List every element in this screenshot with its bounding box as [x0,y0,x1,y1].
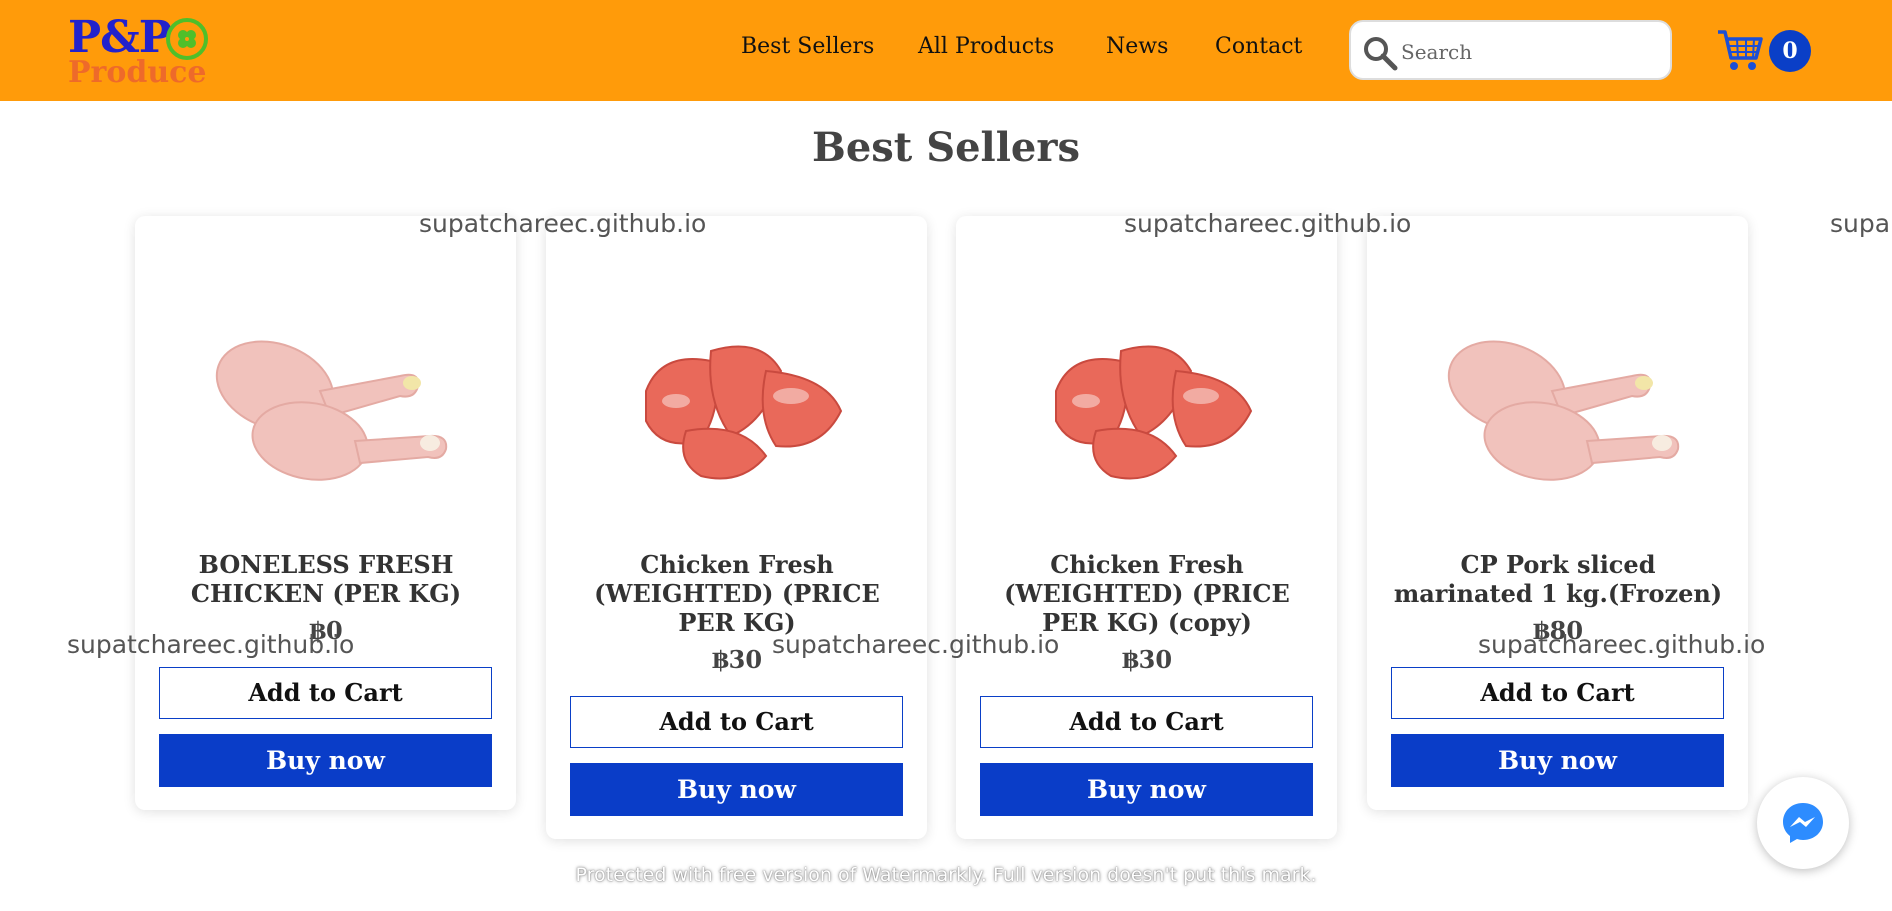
product-image[interactable] [1001,291,1293,501]
nav-best-sellers[interactable]: Best Sellers [741,34,874,59]
product-price: ฿80 [1532,616,1584,645]
product-card[interactable]: BONELESS FRESH CHICKEN (PER KG) ฿0 Add t… [135,216,516,810]
product-name[interactable]: Chicken Fresh (WEIGHTED) (PRICE PER KG) … [976,550,1318,637]
search-box[interactable] [1349,20,1672,80]
product-price: ฿30 [711,645,763,674]
site-header: P&P Produce Best Sellers All Products Ne… [0,0,1892,101]
messenger-button[interactable] [1757,777,1849,869]
product-name[interactable]: CP Pork sliced marinated 1 kg.(Frozen) [1387,550,1729,608]
product-image[interactable] [180,291,472,501]
cart-icon[interactable] [1716,26,1764,74]
add-to-cart-button[interactable]: Add to Cart [159,667,492,719]
buy-now-button[interactable]: Buy now [980,763,1313,816]
product-image[interactable] [591,291,883,501]
add-to-cart-button[interactable]: Add to Cart [980,696,1313,748]
product-name[interactable]: Chicken Fresh (WEIGHTED) (PRICE PER KG) [566,550,908,637]
product-name[interactable]: BONELESS FRESH CHICKEN (PER KG) [155,550,497,608]
add-to-cart-button[interactable]: Add to Cart [1391,667,1724,719]
nav-news[interactable]: News [1106,34,1168,59]
buy-now-button[interactable]: Buy now [570,763,903,816]
add-to-cart-button[interactable]: Add to Cart [570,696,903,748]
cart-count-badge[interactable]: 0 [1769,30,1811,72]
watermark-footer: Protected with free version of Watermark… [575,864,1317,886]
product-price: ฿0 [309,616,343,645]
product-card[interactable]: Chicken Fresh (WEIGHTED) (PRICE PER KG) … [956,216,1337,839]
buy-now-button[interactable]: Buy now [1391,734,1724,787]
nav-contact[interactable]: Contact [1215,34,1302,59]
product-card[interactable]: Chicken Fresh (WEIGHTED) (PRICE PER KG) … [546,216,927,839]
product-image[interactable] [1412,291,1704,501]
section-title: Best Sellers [812,124,1080,171]
search-input[interactable] [1401,36,1661,68]
search-icon [1364,37,1398,71]
watermark-text: supa [1830,209,1891,238]
nav-all-products[interactable]: All Products [918,34,1054,59]
buy-now-button[interactable]: Buy now [159,734,492,787]
product-card[interactable]: CP Pork sliced marinated 1 kg.(Frozen) ฿… [1367,216,1748,810]
messenger-icon [1783,803,1823,843]
product-price: ฿30 [1121,645,1173,674]
